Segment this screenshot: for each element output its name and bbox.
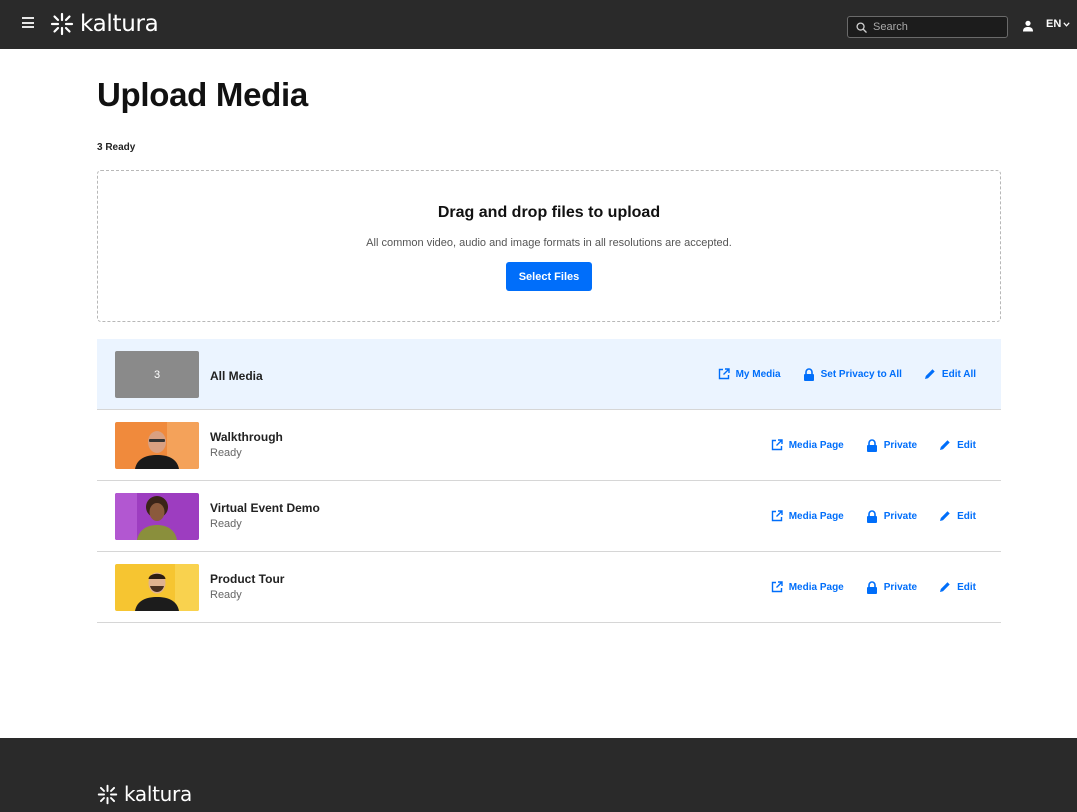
upload-list: 3 All Media My Media Set Privacy to All xyxy=(97,339,1001,623)
language-selector[interactable]: EN xyxy=(1046,18,1070,30)
external-link-icon xyxy=(771,510,783,522)
media-page-label: Media Page xyxy=(788,439,844,451)
person-thumbnail-image xyxy=(115,564,199,611)
media-title[interactable]: Virtual Event Demo xyxy=(210,501,320,515)
edit-button[interactable]: Edit xyxy=(939,510,976,522)
user-icon[interactable] xyxy=(1022,20,1034,32)
edit-label: Edit xyxy=(957,510,976,522)
person-thumbnail-image xyxy=(115,493,199,540)
edit-button[interactable]: Edit xyxy=(939,581,976,593)
brand-name: kaltura xyxy=(80,11,159,37)
ready-count: 3 Ready xyxy=(97,142,136,153)
media-page-label: Media Page xyxy=(788,581,844,593)
chevron-down-icon xyxy=(1063,21,1070,27)
pencil-icon xyxy=(940,440,950,450)
media-row: Virtual Event Demo Ready Media Page Priv… xyxy=(97,481,1001,552)
media-row: Walkthrough Ready Media Page Private Edi… xyxy=(97,410,1001,481)
media-title[interactable]: Walkthrough xyxy=(210,430,283,444)
pencil-icon xyxy=(940,582,950,592)
media-status: Ready xyxy=(210,518,242,530)
lock-icon xyxy=(803,367,814,381)
my-media-link[interactable]: My Media xyxy=(718,368,781,380)
external-link-icon xyxy=(718,368,730,380)
edit-all-label: Edit All xyxy=(941,368,976,380)
media-page-link[interactable]: Media Page xyxy=(771,510,844,522)
lock-icon xyxy=(866,438,877,452)
privacy-button[interactable]: Private xyxy=(866,438,918,452)
language-label: EN xyxy=(1046,18,1062,30)
lock-icon xyxy=(866,509,877,523)
top-bar: kaltura EN xyxy=(0,0,1077,49)
footer: kaltura xyxy=(0,738,1077,812)
edit-button[interactable]: Edit xyxy=(939,439,976,451)
edit-all-button[interactable]: Edit All xyxy=(924,368,976,380)
privacy-button[interactable]: Private xyxy=(866,580,918,594)
pencil-icon xyxy=(940,511,950,521)
dropzone-subtitle: All common video, audio and image format… xyxy=(366,237,732,249)
media-status: Ready xyxy=(210,589,242,601)
lock-icon xyxy=(866,580,877,594)
external-link-icon xyxy=(771,439,783,451)
privacy-label: Private xyxy=(883,439,918,451)
select-files-button[interactable]: Select Files xyxy=(506,262,592,291)
media-thumbnail[interactable] xyxy=(115,493,199,540)
media-count: 3 xyxy=(153,368,161,381)
kaltura-burst-icon xyxy=(97,784,118,804)
kaltura-logo[interactable]: kaltura xyxy=(50,11,159,37)
all-media-label: All Media xyxy=(210,369,263,383)
my-media-label: My Media xyxy=(735,368,781,380)
media-page-link[interactable]: Media Page xyxy=(771,439,844,451)
media-thumbnail[interactable] xyxy=(115,422,199,469)
search-input[interactable] xyxy=(873,21,993,33)
search-box[interactable] xyxy=(847,16,1008,38)
media-page-label: Media Page xyxy=(788,510,844,522)
media-page-link[interactable]: Media Page xyxy=(771,581,844,593)
set-privacy-all-label: Set Privacy to All xyxy=(820,368,902,380)
media-count-thumb: 3 xyxy=(115,351,199,398)
media-thumbnail[interactable] xyxy=(115,564,199,611)
media-row: Product Tour Ready Media Page Private Ed… xyxy=(97,552,1001,623)
person-thumbnail-image xyxy=(115,422,199,469)
privacy-label: Private xyxy=(883,581,918,593)
all-media-row: 3 All Media My Media Set Privacy to All xyxy=(97,339,1001,410)
hamburger-menu-icon[interactable] xyxy=(22,17,34,28)
upload-dropzone[interactable]: Drag and drop files to upload All common… xyxy=(97,170,1001,322)
edit-label: Edit xyxy=(957,581,976,593)
footer-kaltura-logo[interactable]: kaltura xyxy=(97,782,192,806)
privacy-label: Private xyxy=(883,510,918,522)
dropzone-title: Drag and drop files to upload xyxy=(437,204,661,221)
set-privacy-all-button[interactable]: Set Privacy to All xyxy=(803,367,902,381)
search-icon xyxy=(856,21,867,33)
edit-label: Edit xyxy=(957,439,976,451)
kaltura-burst-icon xyxy=(50,12,74,36)
privacy-button[interactable]: Private xyxy=(866,509,918,523)
external-link-icon xyxy=(771,581,783,593)
footer-brand-name: kaltura xyxy=(124,782,192,806)
page-title: Upload Media xyxy=(97,76,308,113)
pencil-icon xyxy=(924,369,935,379)
media-status: Ready xyxy=(210,447,242,459)
media-title[interactable]: Product Tour xyxy=(210,572,284,586)
